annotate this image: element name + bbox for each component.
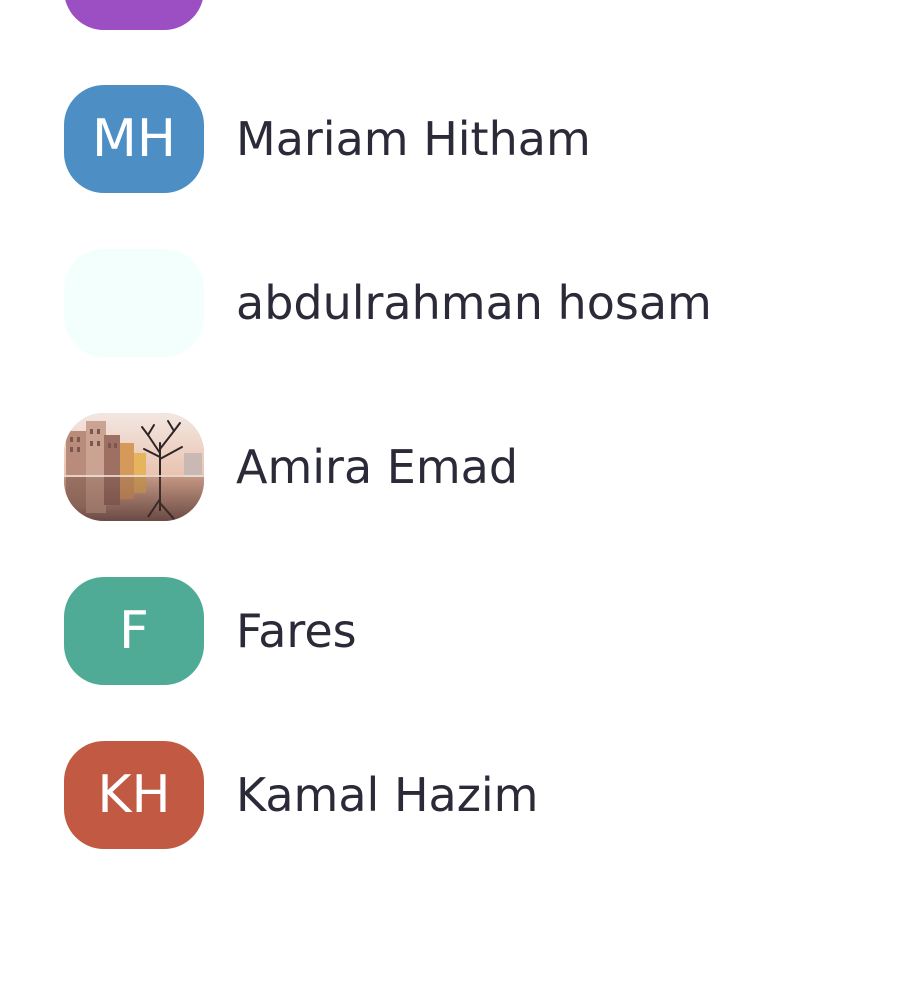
contact-avatar-photo — [64, 413, 204, 521]
contact-row-partial[interactable] — [0, 0, 917, 32]
contact-avatar: KH — [64, 741, 204, 849]
contact-row-mariam-hitham[interactable]: MH Mariam Hitham — [0, 85, 917, 195]
avatar-initials: KH — [97, 765, 171, 825]
contact-avatar: F — [64, 577, 204, 685]
contact-row-amira-emad[interactable]: Amira Emad — [0, 413, 917, 523]
contact-avatar: MH — [64, 85, 204, 193]
contact-row-kamal-hazim[interactable]: KH Kamal Hazim — [0, 741, 917, 851]
contact-list: MH Mariam Hitham abdulrahman hosam Amira… — [0, 0, 917, 1000]
city-reflection-photo-icon — [64, 413, 204, 521]
contact-avatar — [64, 0, 204, 30]
avatar-initials: F — [119, 601, 149, 661]
contact-name: abdulrahman hosam — [236, 276, 712, 330]
avatar-initials: MH — [92, 109, 176, 169]
contact-name: Fares — [236, 604, 357, 658]
contact-row-abdulrahman-hosam[interactable]: abdulrahman hosam — [0, 249, 917, 359]
contact-name: Amira Emad — [236, 440, 519, 494]
contact-name: Mariam Hitham — [236, 112, 591, 166]
contact-row-fares[interactable]: F Fares — [0, 577, 917, 687]
contact-name: Kamal Hazim — [236, 768, 539, 822]
contact-avatar-blank — [64, 249, 204, 357]
